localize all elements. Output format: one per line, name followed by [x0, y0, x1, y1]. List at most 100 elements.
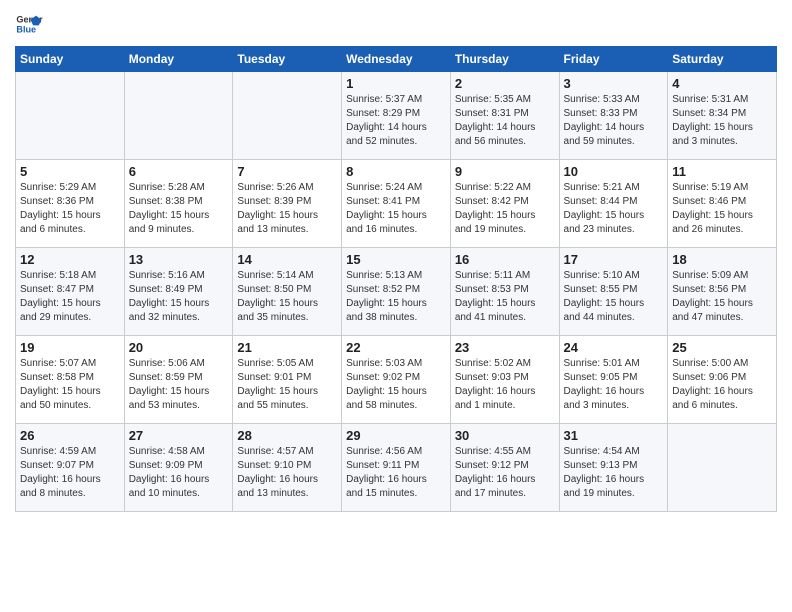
day-number: 3	[564, 76, 664, 91]
day-number: 11	[672, 164, 772, 179]
calendar-cell: 27 Sunrise: 4:58 AM Sunset: 9:09 PM Dayli…	[124, 424, 233, 512]
calendar-cell: 15 Sunrise: 5:13 AM Sunset: 8:52 PM Dayli…	[342, 248, 451, 336]
day-info: Sunrise: 5:00 AM Sunset: 9:06 PM Dayligh…	[672, 357, 772, 413]
day-number: 30	[455, 428, 555, 443]
day-number: 26	[20, 428, 120, 443]
calendar-cell	[124, 72, 233, 160]
day-info: Sunrise: 4:58 AM Sunset: 9:09 PM Dayligh…	[129, 445, 229, 501]
day-number: 27	[129, 428, 229, 443]
day-number: 22	[346, 340, 446, 355]
day-number: 15	[346, 252, 446, 267]
calendar-cell: 11 Sunrise: 5:19 AM Sunset: 8:46 PM Dayli…	[668, 160, 777, 248]
day-info: Sunrise: 5:22 AM Sunset: 8:42 PM Dayligh…	[455, 181, 555, 237]
weekday-header-thursday: Thursday	[450, 47, 559, 72]
calendar-week-row: 26 Sunrise: 4:59 AM Sunset: 9:07 PM Dayli…	[16, 424, 777, 512]
day-info: Sunrise: 5:19 AM Sunset: 8:46 PM Dayligh…	[672, 181, 772, 237]
day-info: Sunrise: 5:06 AM Sunset: 8:59 PM Dayligh…	[129, 357, 229, 413]
calendar-cell: 9 Sunrise: 5:22 AM Sunset: 8:42 PM Daylig…	[450, 160, 559, 248]
weekday-header-friday: Friday	[559, 47, 668, 72]
day-number: 18	[672, 252, 772, 267]
day-info: Sunrise: 5:31 AM Sunset: 8:34 PM Dayligh…	[672, 93, 772, 149]
day-info: Sunrise: 5:16 AM Sunset: 8:49 PM Dayligh…	[129, 269, 229, 325]
calendar-cell: 22 Sunrise: 5:03 AM Sunset: 9:02 PM Dayli…	[342, 336, 451, 424]
day-info: Sunrise: 5:29 AM Sunset: 8:36 PM Dayligh…	[20, 181, 120, 237]
weekday-header-monday: Monday	[124, 47, 233, 72]
calendar-cell: 5 Sunrise: 5:29 AM Sunset: 8:36 PM Daylig…	[16, 160, 125, 248]
day-info: Sunrise: 5:02 AM Sunset: 9:03 PM Dayligh…	[455, 357, 555, 413]
day-number: 7	[237, 164, 337, 179]
day-number: 2	[455, 76, 555, 91]
day-info: Sunrise: 5:33 AM Sunset: 8:33 PM Dayligh…	[564, 93, 664, 149]
day-info: Sunrise: 4:55 AM Sunset: 9:12 PM Dayligh…	[455, 445, 555, 501]
calendar-cell: 3 Sunrise: 5:33 AM Sunset: 8:33 PM Daylig…	[559, 72, 668, 160]
day-info: Sunrise: 5:10 AM Sunset: 8:55 PM Dayligh…	[564, 269, 664, 325]
calendar-cell: 21Sunrise: 5:05 AM Sunset: 9:01 PM Dayli…	[233, 336, 342, 424]
page-container: General Blue SundayMondayTuesdayWednesda…	[0, 0, 792, 522]
day-number: 21	[237, 340, 337, 355]
weekday-header-row: SundayMondayTuesdayWednesdayThursdayFrid…	[16, 47, 777, 72]
day-info: Sunrise: 5:13 AM Sunset: 8:52 PM Dayligh…	[346, 269, 446, 325]
day-number: 29	[346, 428, 446, 443]
day-info: Sunrise: 5:24 AM Sunset: 8:41 PM Dayligh…	[346, 181, 446, 237]
calendar-cell: 30 Sunrise: 4:55 AM Sunset: 9:12 PM Dayli…	[450, 424, 559, 512]
day-info: Sunrise: 5:07 AM Sunset: 8:58 PM Dayligh…	[20, 357, 120, 413]
day-info: Sunrise: 5:26 AM Sunset: 8:39 PM Dayligh…	[237, 181, 337, 237]
day-number: 28	[237, 428, 337, 443]
calendar-cell: 23 Sunrise: 5:02 AM Sunset: 9:03 PM Dayli…	[450, 336, 559, 424]
day-info: Sunrise: 4:56 AM Sunset: 9:11 PM Dayligh…	[346, 445, 446, 501]
calendar-cell: 10 Sunrise: 5:21 AM Sunset: 8:44 PM Dayli…	[559, 160, 668, 248]
day-info: Sunrise: 4:54 AM Sunset: 9:13 PM Dayligh…	[564, 445, 664, 501]
logo-icon: General Blue	[15, 10, 43, 38]
calendar-cell: 25 Sunrise: 5:00 AM Sunset: 9:06 PM Dayli…	[668, 336, 777, 424]
calendar-cell: 2 Sunrise: 5:35 AM Sunset: 8:31 PM Daylig…	[450, 72, 559, 160]
calendar-cell: 16 Sunrise: 5:11 AM Sunset: 8:53 PM Dayli…	[450, 248, 559, 336]
calendar-cell: 12Sunrise: 5:18 AM Sunset: 8:47 PM Dayli…	[16, 248, 125, 336]
calendar-cell: 20Sunrise: 5:06 AM Sunset: 8:59 PM Dayli…	[124, 336, 233, 424]
calendar-cell: 29 Sunrise: 4:56 AM Sunset: 9:11 PM Dayli…	[342, 424, 451, 512]
svg-text:Blue: Blue	[16, 24, 36, 34]
day-info: Sunrise: 5:35 AM Sunset: 8:31 PM Dayligh…	[455, 93, 555, 149]
day-info: Sunrise: 5:21 AM Sunset: 8:44 PM Dayligh…	[564, 181, 664, 237]
calendar-cell	[233, 72, 342, 160]
day-info: Sunrise: 5:03 AM Sunset: 9:02 PM Dayligh…	[346, 357, 446, 413]
calendar-cell: 1Sunrise: 5:37 AM Sunset: 8:29 PM Daylig…	[342, 72, 451, 160]
calendar-cell: 14Sunrise: 5:14 AM Sunset: 8:50 PM Dayli…	[233, 248, 342, 336]
calendar-cell: 17 Sunrise: 5:10 AM Sunset: 8:55 PM Dayli…	[559, 248, 668, 336]
day-number: 14	[237, 252, 337, 267]
weekday-header-wednesday: Wednesday	[342, 47, 451, 72]
calendar-cell: 26 Sunrise: 4:59 AM Sunset: 9:07 PM Dayli…	[16, 424, 125, 512]
day-number: 25	[672, 340, 772, 355]
day-number: 16	[455, 252, 555, 267]
day-number: 5	[20, 164, 120, 179]
day-number: 10	[564, 164, 664, 179]
day-info: Sunrise: 5:01 AM Sunset: 9:05 PM Dayligh…	[564, 357, 664, 413]
calendar-cell: 6Sunrise: 5:28 AM Sunset: 8:38 PM Daylig…	[124, 160, 233, 248]
calendar-cell: 4Sunrise: 5:31 AM Sunset: 8:34 PM Daylig…	[668, 72, 777, 160]
calendar-cell: 28Sunrise: 4:57 AM Sunset: 9:10 PM Dayli…	[233, 424, 342, 512]
day-info: Sunrise: 5:28 AM Sunset: 8:38 PM Dayligh…	[129, 181, 229, 237]
day-number: 31	[564, 428, 664, 443]
day-number: 9	[455, 164, 555, 179]
weekday-header-sunday: Sunday	[16, 47, 125, 72]
calendar-week-row: 5 Sunrise: 5:29 AM Sunset: 8:36 PM Daylig…	[16, 160, 777, 248]
page-header: General Blue	[15, 10, 777, 38]
calendar-cell: 13Sunrise: 5:16 AM Sunset: 8:49 PM Dayli…	[124, 248, 233, 336]
day-number: 23	[455, 340, 555, 355]
day-info: Sunrise: 5:18 AM Sunset: 8:47 PM Dayligh…	[20, 269, 120, 325]
calendar-cell	[668, 424, 777, 512]
day-number: 8	[346, 164, 446, 179]
calendar-cell: 31 Sunrise: 4:54 AM Sunset: 9:13 PM Dayli…	[559, 424, 668, 512]
calendar-cell	[16, 72, 125, 160]
calendar-week-row: 12Sunrise: 5:18 AM Sunset: 8:47 PM Dayli…	[16, 248, 777, 336]
day-info: Sunrise: 4:59 AM Sunset: 9:07 PM Dayligh…	[20, 445, 120, 501]
calendar-cell: 18 Sunrise: 5:09 AM Sunset: 8:56 PM Dayli…	[668, 248, 777, 336]
day-info: Sunrise: 5:11 AM Sunset: 8:53 PM Dayligh…	[455, 269, 555, 325]
day-info: Sunrise: 5:09 AM Sunset: 8:56 PM Dayligh…	[672, 269, 772, 325]
calendar-cell: 8 Sunrise: 5:24 AM Sunset: 8:41 PM Daylig…	[342, 160, 451, 248]
calendar-cell: 7 Sunrise: 5:26 AM Sunset: 8:39 PM Daylig…	[233, 160, 342, 248]
day-number: 17	[564, 252, 664, 267]
weekday-header-saturday: Saturday	[668, 47, 777, 72]
day-number: 1	[346, 76, 446, 91]
weekday-header-tuesday: Tuesday	[233, 47, 342, 72]
calendar-cell: 19Sunrise: 5:07 AM Sunset: 8:58 PM Dayli…	[16, 336, 125, 424]
